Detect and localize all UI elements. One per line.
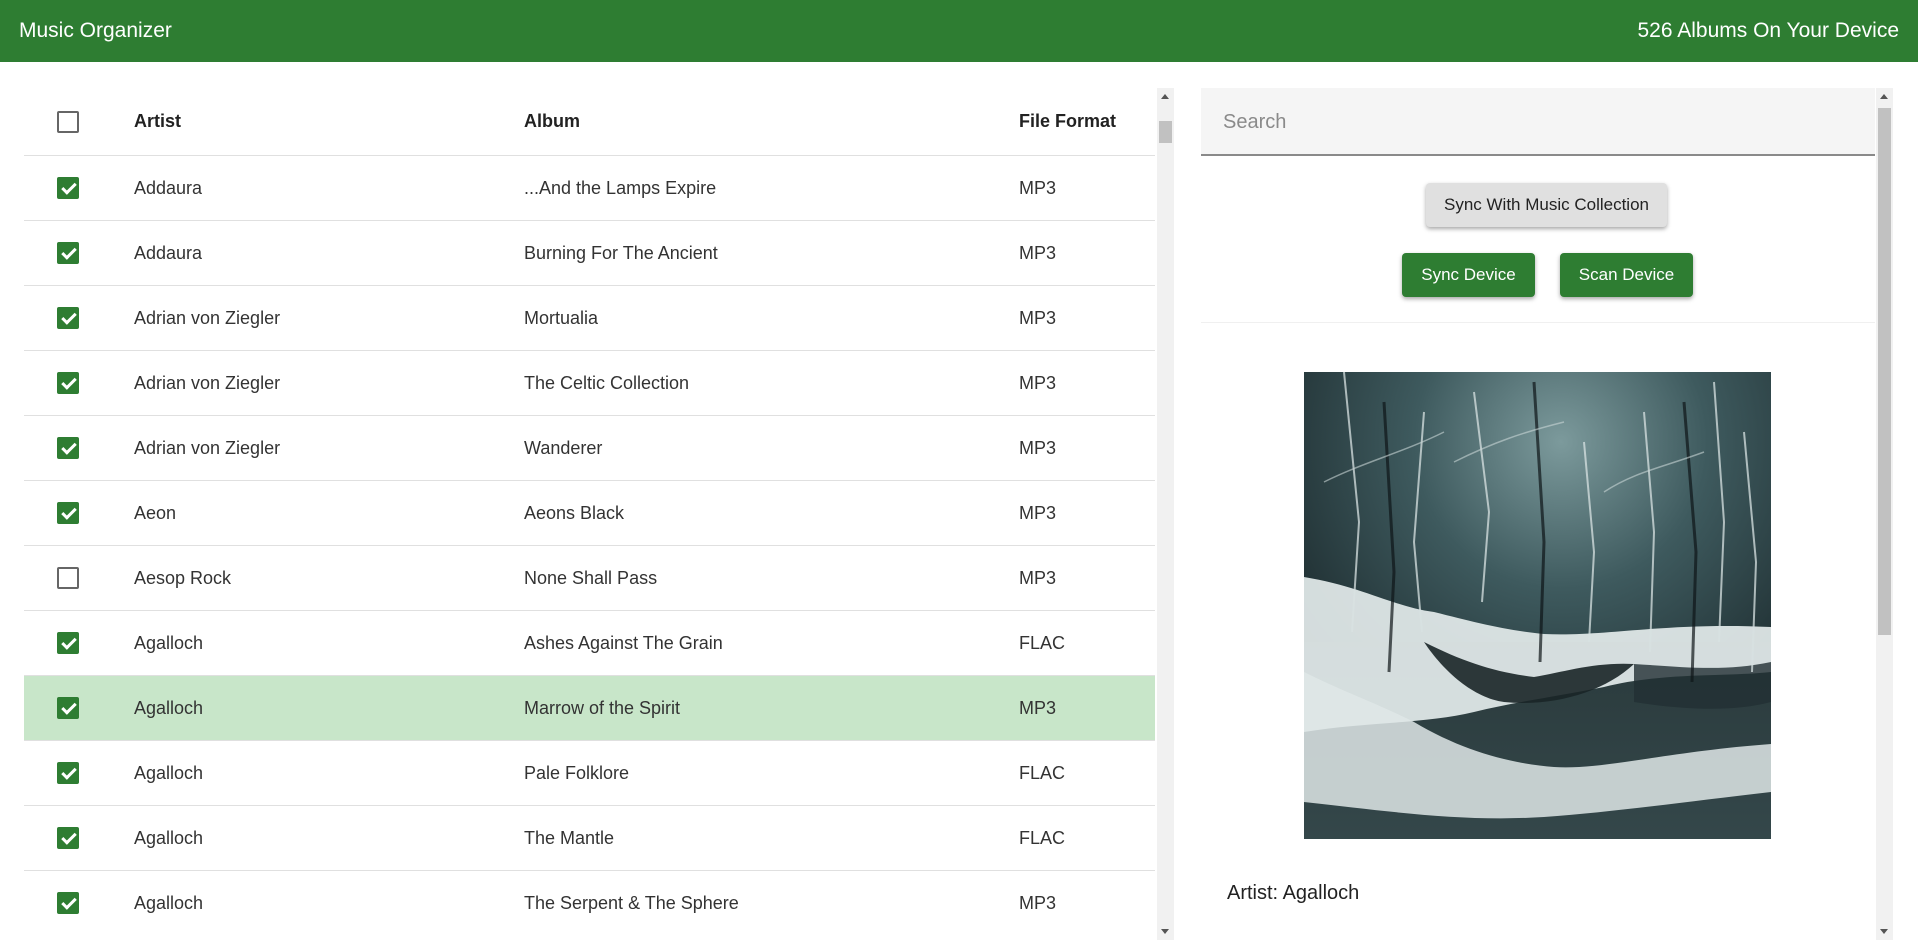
artist-cell: Agalloch — [134, 697, 204, 718]
app-bar: Music Organizer 526 Albums On Your Devic… — [0, 0, 1918, 62]
search-input[interactable] — [1221, 88, 1845, 156]
album-cell: None Shall Pass — [524, 567, 658, 588]
artist-cell: Aesop Rock — [134, 567, 232, 588]
row-checkbox[interactable] — [57, 762, 79, 784]
row-checkbox-cell — [57, 806, 81, 870]
artist-cell: Agalloch — [134, 827, 204, 848]
album-cell: The Serpent & The Sphere — [524, 892, 739, 913]
table-row[interactable]: Adrian von Ziegler Mortualia MP3 — [24, 286, 1155, 351]
row-checkbox[interactable] — [57, 697, 79, 719]
table-header: Artist Album File Format — [24, 88, 1155, 156]
album-cell: The Celtic Collection — [524, 372, 690, 393]
file-format-cell: FLAC — [1019, 827, 1066, 848]
row-checkbox[interactable] — [57, 892, 79, 914]
details-panel: Sync With Music Collection Sync Device S… — [1201, 88, 1875, 949]
search-field[interactable] — [1201, 88, 1875, 156]
row-checkbox-cell — [57, 286, 81, 350]
row-checkbox-cell — [57, 611, 81, 675]
artist-cell: Addaura — [134, 242, 203, 263]
row-checkbox-cell — [57, 481, 81, 545]
selected-artist-label: Artist: Agalloch — [1227, 882, 1360, 904]
file-format-cell: MP3 — [1019, 242, 1057, 263]
album-cell: Burning For The Ancient — [524, 242, 718, 263]
scroll-down-arrow-icon[interactable] — [1880, 929, 1888, 934]
artist-cell: Agalloch — [134, 892, 204, 913]
artist-cell: Adrian von Ziegler — [134, 372, 281, 393]
album-cover-image — [1304, 372, 1771, 839]
sync-device-button[interactable]: Sync Device — [1402, 253, 1535, 297]
album-cell: Marrow of the Spirit — [524, 697, 681, 718]
album-cell: The Mantle — [524, 827, 615, 848]
sync-music-collection-button[interactable]: Sync With Music Collection — [1426, 183, 1667, 227]
artist-cell: Adrian von Ziegler — [134, 437, 281, 458]
row-checkbox[interactable] — [57, 372, 79, 394]
file-format-cell: MP3 — [1019, 307, 1057, 328]
row-checkbox[interactable] — [57, 177, 79, 199]
table-row[interactable]: Addaura ...And the Lamps Expire MP3 — [24, 156, 1155, 221]
artist-cell: Addaura — [134, 177, 203, 198]
file-format-cell: FLAC — [1019, 632, 1066, 653]
row-checkbox[interactable] — [57, 632, 79, 654]
row-checkbox-cell — [57, 546, 81, 610]
album-table: Artist Album File Format Addaura ...And t… — [24, 88, 1155, 929]
album-count-label: 526 Albums On Your Device — [1637, 19, 1900, 42]
app-title: Music Organizer — [19, 19, 172, 42]
row-checkbox-cell — [57, 351, 81, 415]
row-checkbox[interactable] — [57, 437, 79, 459]
column-header-album[interactable]: Album — [524, 88, 580, 155]
table-row[interactable]: Addaura Burning For The Ancient MP3 — [24, 221, 1155, 286]
table-row[interactable]: Agalloch The Serpent & The Sphere MP3 — [24, 871, 1155, 929]
column-header-file-format[interactable]: File Format — [1019, 88, 1116, 155]
row-checkbox[interactable] — [57, 242, 79, 264]
select-all-cell — [57, 88, 81, 155]
file-format-cell: MP3 — [1019, 437, 1057, 458]
row-checkbox-cell — [57, 741, 81, 805]
album-cell: Aeons Black — [524, 502, 625, 523]
album-cell: ...And the Lamps Expire — [524, 177, 717, 198]
file-format-cell: MP3 — [1019, 372, 1057, 393]
album-cell: Mortualia — [524, 307, 599, 328]
select-all-checkbox[interactable] — [57, 110, 79, 133]
scrollbar-thumb[interactable] — [1159, 121, 1172, 143]
file-format-cell: MP3 — [1019, 567, 1057, 588]
scrollbar-thumb[interactable] — [1878, 108, 1891, 635]
scroll-up-arrow-icon[interactable] — [1161, 94, 1169, 99]
artist-cell: Aeon — [134, 502, 177, 523]
row-checkbox[interactable] — [57, 502, 79, 524]
table-scrollbar[interactable] — [1157, 88, 1174, 940]
table-row[interactable]: Aesop Rock None Shall Pass MP3 — [24, 546, 1155, 611]
row-checkbox[interactable] — [57, 567, 79, 589]
column-header-artist[interactable]: Artist — [134, 88, 181, 155]
file-format-cell: MP3 — [1019, 697, 1057, 718]
album-cell: Ashes Against The Grain — [524, 632, 723, 653]
file-format-cell: FLAC — [1019, 762, 1066, 783]
details-scrollbar[interactable] — [1876, 88, 1893, 940]
table-row[interactable]: Adrian von Ziegler Wanderer MP3 — [24, 416, 1155, 481]
row-checkbox[interactable] — [57, 827, 79, 849]
file-format-cell: MP3 — [1019, 502, 1057, 523]
row-checkbox-cell — [57, 156, 81, 220]
file-format-cell: MP3 — [1019, 892, 1057, 913]
table-row[interactable]: Agalloch The Mantle FLAC — [24, 806, 1155, 871]
scroll-up-arrow-icon[interactable] — [1880, 94, 1888, 99]
table-row[interactable]: Agalloch Pale Folklore FLAC — [24, 741, 1155, 806]
file-format-cell: MP3 — [1019, 177, 1057, 198]
table-row[interactable]: Adrian von Ziegler The Celtic Collection M… — [24, 351, 1155, 416]
row-checkbox[interactable] — [57, 307, 79, 329]
table-row[interactable]: Agalloch Marrow of the Spirit MP3 — [24, 676, 1155, 741]
scroll-down-arrow-icon[interactable] — [1161, 929, 1169, 934]
row-checkbox-cell — [57, 416, 81, 480]
artist-cell: Agalloch — [134, 762, 204, 783]
album-cell: Pale Folklore — [524, 762, 630, 783]
table-row[interactable]: Agalloch Ashes Against The Grain FLAC — [24, 611, 1155, 676]
row-checkbox-cell — [57, 871, 81, 929]
artist-cell: Adrian von Ziegler — [134, 307, 281, 328]
row-checkbox-cell — [57, 221, 81, 285]
artist-cell: Agalloch — [134, 632, 204, 653]
table-row[interactable]: Aeon Aeons Black MP3 — [24, 481, 1155, 546]
row-checkbox-cell — [57, 676, 81, 740]
scan-device-button[interactable]: Scan Device — [1560, 253, 1693, 297]
divider — [1201, 322, 1875, 323]
album-cell: Wanderer — [524, 437, 603, 458]
